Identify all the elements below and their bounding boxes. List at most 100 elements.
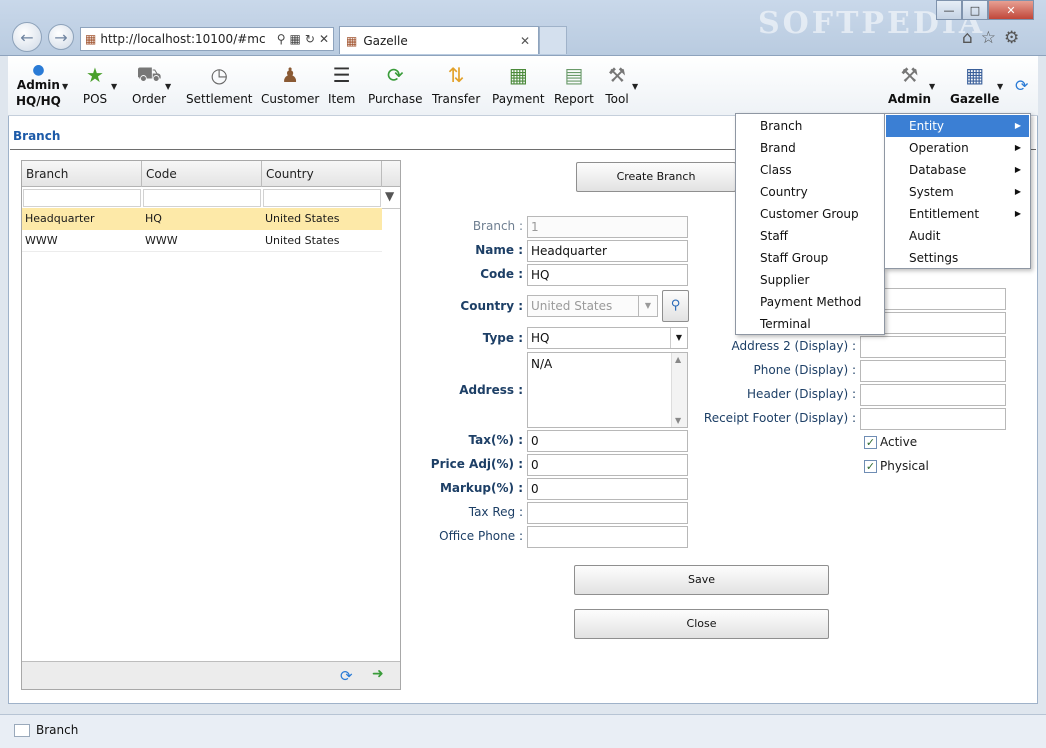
address-scrollbar[interactable]: ▲ ▼ xyxy=(671,353,687,427)
address2-display-field[interactable] xyxy=(860,336,1006,358)
admin-tools-icon: ⚒ xyxy=(900,63,919,87)
toolbar-purchase[interactable]: ⟳ Purchase xyxy=(368,62,423,106)
admin-chevron-down-icon[interactable]: ▼ xyxy=(929,82,935,91)
menu-item-staff-group[interactable]: Staff Group xyxy=(760,251,828,265)
close-window-button[interactable]: ✕ xyxy=(988,0,1034,20)
menu-item-staff[interactable]: Staff xyxy=(760,229,788,243)
menu-item-entity[interactable]: Entity ▶ xyxy=(886,115,1029,137)
close-tab-icon[interactable]: ✕ xyxy=(520,34,530,48)
office-phone-field[interactable] xyxy=(527,526,688,548)
gear-icon[interactable]: ⚙ xyxy=(1004,28,1019,48)
menu-label: Entitlement xyxy=(909,207,980,221)
menu-item-operation[interactable]: Operation ▶ xyxy=(886,137,1029,159)
tax-reg-field[interactable] xyxy=(527,502,688,524)
menu-item-class[interactable]: Class xyxy=(760,163,792,177)
cell-branch: WWW xyxy=(25,234,58,247)
toolbar-tool[interactable]: ⚒ Tool xyxy=(604,62,630,106)
scroll-down-icon[interactable]: ▼ xyxy=(675,416,681,425)
branch-id-field[interactable]: 1 xyxy=(527,216,688,238)
header-display-field[interactable] xyxy=(860,384,1006,406)
new-tab-button[interactable] xyxy=(539,26,567,54)
toolbar-admin[interactable]: ⚒ Admin xyxy=(888,62,931,106)
country-chevron-down-icon[interactable]: ▼ xyxy=(638,295,658,317)
column-header-code[interactable]: Code xyxy=(142,161,262,187)
column-header-country[interactable]: Country xyxy=(262,161,382,187)
site-icon: ▦ xyxy=(85,32,97,46)
pos-chevron-down-icon[interactable]: ▼ xyxy=(111,82,117,91)
toolbar-payment[interactable]: ▦ Payment xyxy=(492,62,545,106)
gazelle-chevron-down-icon[interactable]: ▼ xyxy=(997,82,1003,91)
tab-title: Gazelle xyxy=(363,33,408,48)
menu-label: Settings xyxy=(909,251,959,265)
filter-code-input[interactable] xyxy=(143,189,261,207)
receipt-footer-field[interactable] xyxy=(860,408,1006,430)
tool-chevron-down-icon[interactable]: ▼ xyxy=(632,82,638,91)
active-checkbox[interactable]: ✓ xyxy=(864,436,877,449)
forward-button[interactable]: → xyxy=(48,24,74,50)
table-row[interactable]: Headquarter HQ United States xyxy=(22,208,382,230)
type-select[interactable]: HQ xyxy=(527,327,688,349)
column-header-branch[interactable]: Branch xyxy=(22,161,142,187)
grid-refresh-icon[interactable]: ⟳ xyxy=(340,667,353,685)
tax-field[interactable]: 0 xyxy=(527,430,688,452)
user-chevron-down-icon[interactable]: ▼ xyxy=(62,82,68,91)
back-button[interactable]: ← xyxy=(12,22,42,52)
compat-view-icon[interactable]: ▦ xyxy=(290,32,301,46)
address-bar[interactable]: ▦ http://localhost:10100/#mc ⚲ ▦ ↻ ✕ xyxy=(80,27,334,51)
toolbar-customer[interactable]: ♟ Customer xyxy=(261,62,319,106)
home-icon[interactable]: ⌂ xyxy=(962,28,973,48)
scroll-up-icon[interactable]: ▲ xyxy=(675,355,681,364)
browser-tab[interactable]: ▦ Gazelle ✕ xyxy=(339,26,539,54)
type-chevron-down-icon[interactable]: ▼ xyxy=(670,328,687,348)
menu-item-country[interactable]: Country xyxy=(760,185,808,199)
toolbar-settlement[interactable]: ◷ Settlement xyxy=(186,62,253,106)
minimize-button[interactable]: — xyxy=(936,0,962,20)
stop-icon[interactable]: ✕ xyxy=(319,32,329,46)
truck-icon: ⛟ xyxy=(136,61,162,86)
pos-tag-icon: ★ xyxy=(86,63,104,87)
menu-item-database[interactable]: Database ▶ xyxy=(886,159,1029,181)
toolbar-pos[interactable]: ★ POS xyxy=(82,62,108,106)
country-search-button[interactable]: ⚲ xyxy=(662,290,689,322)
table-row[interactable]: WWW WWW United States xyxy=(22,230,382,252)
menu-item-brand[interactable]: Brand xyxy=(760,141,796,155)
menu-item-payment-method[interactable]: Payment Method xyxy=(760,295,861,309)
toolbar-transfer[interactable]: ⇅ Transfer xyxy=(432,62,480,106)
maximize-button[interactable]: □ xyxy=(962,0,988,20)
refresh-icon[interactable]: ⟳ xyxy=(1015,76,1028,95)
order-chevron-down-icon[interactable]: ▼ xyxy=(165,82,171,91)
filter-country-input[interactable] xyxy=(263,189,381,207)
menu-label: Entity xyxy=(909,119,945,133)
toolbar-gazelle[interactable]: ▦ Gazelle xyxy=(950,62,999,106)
code-field[interactable]: HQ xyxy=(527,264,688,286)
office-phone-label: Office Phone : xyxy=(439,529,523,543)
toolbar-user[interactable]: ● Admin HQ/HQ xyxy=(16,62,61,108)
save-button[interactable]: Save xyxy=(574,565,829,595)
menu-item-branch[interactable]: Branch xyxy=(760,119,802,133)
menu-item-terminal[interactable]: Terminal xyxy=(760,317,811,331)
name-field[interactable]: Headquarter xyxy=(527,240,688,262)
toolbar-order[interactable]: ⛟ Order xyxy=(132,61,166,107)
favorites-star-icon[interactable]: ☆ xyxy=(981,28,996,48)
toolbar-report[interactable]: ▤ Report xyxy=(554,62,594,106)
physical-label: Physical xyxy=(880,459,929,473)
menu-item-audit[interactable]: Audit xyxy=(886,225,1029,247)
create-branch-button[interactable]: Create Branch xyxy=(576,162,736,192)
toolbar-item[interactable]: ☰ Item xyxy=(328,62,355,106)
markup-field[interactable]: 0 xyxy=(527,478,688,500)
search-icon[interactable]: ⚲ xyxy=(277,32,286,46)
close-button[interactable]: Close xyxy=(574,609,829,639)
menu-item-entitlement[interactable]: Entitlement ▶ xyxy=(886,203,1029,225)
menu-item-customer-group[interactable]: Customer Group xyxy=(760,207,859,221)
phone-display-field[interactable] xyxy=(860,360,1006,382)
menu-item-supplier[interactable]: Supplier xyxy=(760,273,809,287)
menu-item-system[interactable]: System ▶ xyxy=(886,181,1029,203)
physical-checkbox[interactable]: ✓ xyxy=(864,460,877,473)
refresh-icon[interactable]: ↻ xyxy=(305,32,315,46)
export-icon[interactable]: ➜ xyxy=(372,666,384,682)
filter-funnel-icon[interactable]: ▼ xyxy=(385,189,394,203)
address-textarea[interactable]: N/A xyxy=(527,352,688,428)
price-adj-field[interactable]: 0 xyxy=(527,454,688,476)
menu-item-settings[interactable]: Settings xyxy=(886,247,1029,269)
filter-branch-input[interactable] xyxy=(23,189,141,207)
